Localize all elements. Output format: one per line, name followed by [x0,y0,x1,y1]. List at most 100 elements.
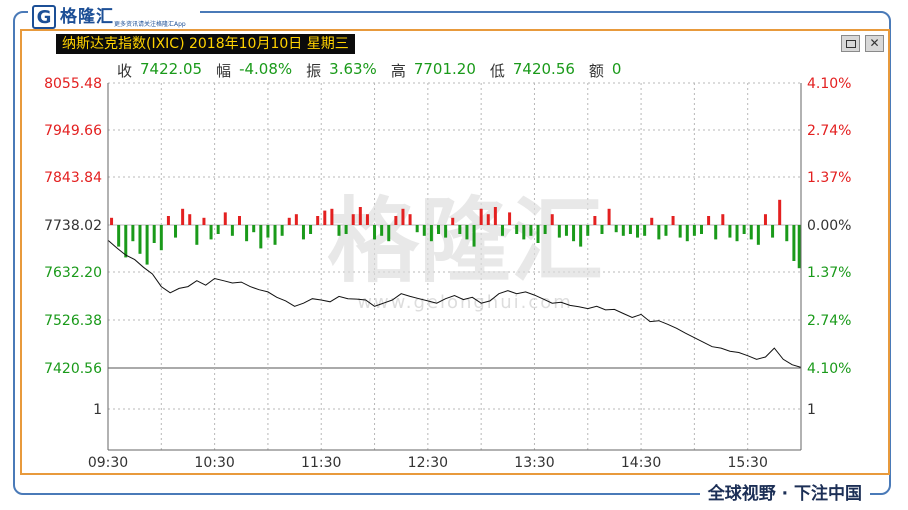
down-bar [131,225,135,242]
up-bar [294,214,298,225]
down-bar [444,225,448,238]
intraday-chart: 格隆汇 www.gelonghui.com 8055.48 7949.66 7843… [44,76,851,471]
down-bar [373,225,377,240]
up-bar [763,214,767,225]
up-bar [316,216,320,225]
down-bar [600,225,604,234]
down-bar [614,225,618,233]
y-tick-label-left: 7843.84 [44,170,102,186]
up-bar [287,217,291,225]
down-bar [124,225,128,258]
up-bar [401,208,405,225]
down-bar [465,225,469,240]
down-bar [429,225,433,242]
down-bar [145,225,149,265]
down-bar [522,225,526,240]
y-tick-label-left: 7949.66 [44,123,102,139]
down-bar [742,225,746,234]
up-bar [486,214,490,225]
up-bar [650,217,654,225]
footer-slogan: 全球视野 · 下注中国 [699,482,870,506]
y-tick-label-left: 8055.48 [44,76,102,92]
down-bar [564,225,568,236]
down-bar [664,225,668,236]
down-bar [636,225,640,238]
up-bar [188,214,192,225]
up-bar [508,212,512,225]
y-tick-label-left: 7632.20 [44,265,102,281]
down-bar [685,225,689,242]
down-bar [692,225,696,236]
up-bar [330,208,334,225]
down-bar [749,225,753,240]
up-bar [351,214,355,225]
down-bar [586,225,590,236]
x-tick-label: 11:30 [301,455,341,471]
up-bar [607,208,611,225]
up-bar [394,216,398,225]
down-bar [797,225,801,269]
x-tick-label: 15:30 [728,455,768,471]
brand-name: 格隆汇 [60,7,114,27]
down-bar [138,225,142,254]
down-bar [472,225,476,247]
window-title: 纳斯达克指数(IXIC) 2018年10月10日 星期三 [56,34,355,54]
down-bar [543,225,547,234]
x-tick-label: 10:30 [194,455,234,471]
down-bar [458,225,462,234]
up-bar [202,217,206,225]
y-tick-label-left: 7420.56 [44,361,102,377]
down-bar [437,225,441,234]
down-bar [337,225,341,236]
down-bar [422,225,426,236]
up-bar [408,214,412,225]
up-bar [707,216,711,225]
x-tick-label: 09:30 [88,455,128,471]
y-tick-label-left: 7738.02 [44,218,102,234]
up-bar [365,214,369,225]
restore-button[interactable] [841,35,860,52]
brand-logo-icon: G [32,5,56,29]
down-bar [273,225,277,245]
watermark-url: www.gelonghui.com [357,292,573,313]
down-bar [259,225,263,249]
brand-header: G 格隆汇 更多资讯请关注格隆汇App [28,3,200,31]
up-bar [550,214,554,225]
down-bar [529,225,533,236]
y-tick-label-right: 0.00% [807,218,851,234]
up-bar [223,212,227,225]
y-tick-label-right: 1 [807,402,816,418]
down-bar [699,225,703,234]
close-button[interactable]: ✕ [865,35,884,52]
down-bar [579,225,583,247]
down-bar [500,225,504,236]
down-bar [572,225,576,242]
down-bar [657,225,661,240]
up-bar [323,210,327,225]
restore-icon [845,40,856,48]
y-tick-label-right: 1.37% [807,265,851,281]
down-bar [280,225,284,236]
y-tick-label-right: 4.10% [807,76,851,92]
down-bar [771,225,775,238]
y-tick-label-left: 1 [93,402,102,418]
down-bar [515,225,519,234]
x-tick-label: 13:30 [514,455,554,471]
down-bar [643,225,647,236]
up-bar [166,216,170,225]
up-bar [110,217,114,225]
watermark-text: 格隆汇 [327,188,603,295]
down-bar [174,225,178,238]
down-bar [621,225,625,236]
down-bar [216,225,220,234]
down-bar [557,225,561,238]
down-bar [678,225,682,238]
down-bar [252,225,256,233]
down-bar [195,225,199,245]
up-bar [451,217,455,225]
down-bar [628,225,632,234]
up-bar [237,216,241,225]
down-bar [301,225,305,240]
up-bar [671,216,675,225]
y-tick-label-right: 2.74% [807,313,851,329]
